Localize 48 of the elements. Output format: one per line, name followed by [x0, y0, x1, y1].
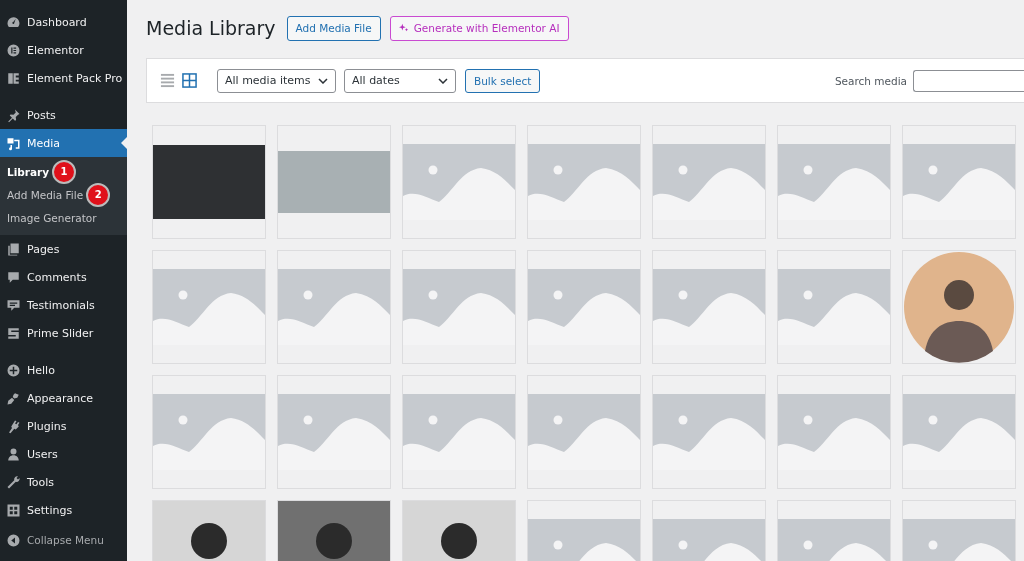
media-icon [6, 135, 21, 151]
step-badge: 1 [52, 159, 77, 184]
step-badge: 2 [86, 182, 111, 207]
sidebar-item[interactable]: Pages [0, 235, 127, 263]
e-logo-icon [6, 42, 21, 58]
person-icon [6, 446, 21, 462]
collapse-menu-button[interactable]: Collapse Menu [0, 526, 127, 554]
sparkle-icon [398, 23, 409, 33]
chevron-down-icon [318, 77, 328, 84]
sidebar-item[interactable]: Media [0, 129, 127, 157]
bulk-select-button[interactable]: Bulk select [465, 68, 541, 93]
search-label: Search media [834, 74, 907, 87]
filter-dropdown[interactable]: All dates [344, 68, 456, 93]
s-blocks-icon [6, 325, 21, 341]
sidebar-item[interactable]: Elementor [0, 36, 127, 64]
sidebar-item[interactable]: Dashboard [0, 8, 127, 36]
search-field[interactable] [913, 69, 1024, 92]
brush-icon [6, 390, 21, 406]
sidebar-item[interactable]: Settings [0, 496, 127, 524]
pin-icon [6, 107, 21, 123]
sidebar-item[interactable]: Testimonials [0, 291, 127, 319]
gauge-icon [6, 14, 21, 30]
sidebar-item[interactable]: Appearance [0, 384, 127, 412]
chat-lines-icon [6, 297, 21, 313]
filter-dropdown[interactable]: All media items [217, 68, 336, 93]
submenu-item[interactable]: Library [7, 165, 50, 178]
grid-view-icon[interactable] [182, 73, 197, 88]
plug-icon [6, 418, 21, 434]
sidebar-item[interactable]: Posts [0, 101, 127, 129]
sidebar-item[interactable]: Tools [0, 468, 127, 496]
sidebar-item[interactable]: Hello [0, 356, 127, 384]
submenu-item[interactable]: Image Generator [7, 211, 97, 224]
submenu-item[interactable]: Add Media File [7, 188, 84, 201]
pages-icon [6, 241, 21, 257]
speech-bubble-icon [6, 269, 21, 285]
sidebar-item[interactable]: Prime Slider [0, 319, 127, 347]
sidebar-item[interactable]: Plugins [0, 412, 127, 440]
list-view-icon[interactable] [160, 73, 175, 88]
sidebar-item[interactable]: Element Pack Pro [0, 64, 127, 92]
sidebar-item[interactable]: Users [0, 440, 127, 468]
e-block-icon [6, 70, 21, 86]
chevron-down-icon [438, 77, 448, 84]
generate-ai-button[interactable]: Generate with Elementor AI [389, 15, 569, 41]
wrench-icon [6, 474, 21, 490]
add-media-button[interactable]: Add Media File [286, 15, 381, 41]
sidebar-item[interactable]: Comments [0, 263, 127, 291]
page-title: Media Library [146, 17, 276, 39]
settings-icon [6, 502, 21, 518]
